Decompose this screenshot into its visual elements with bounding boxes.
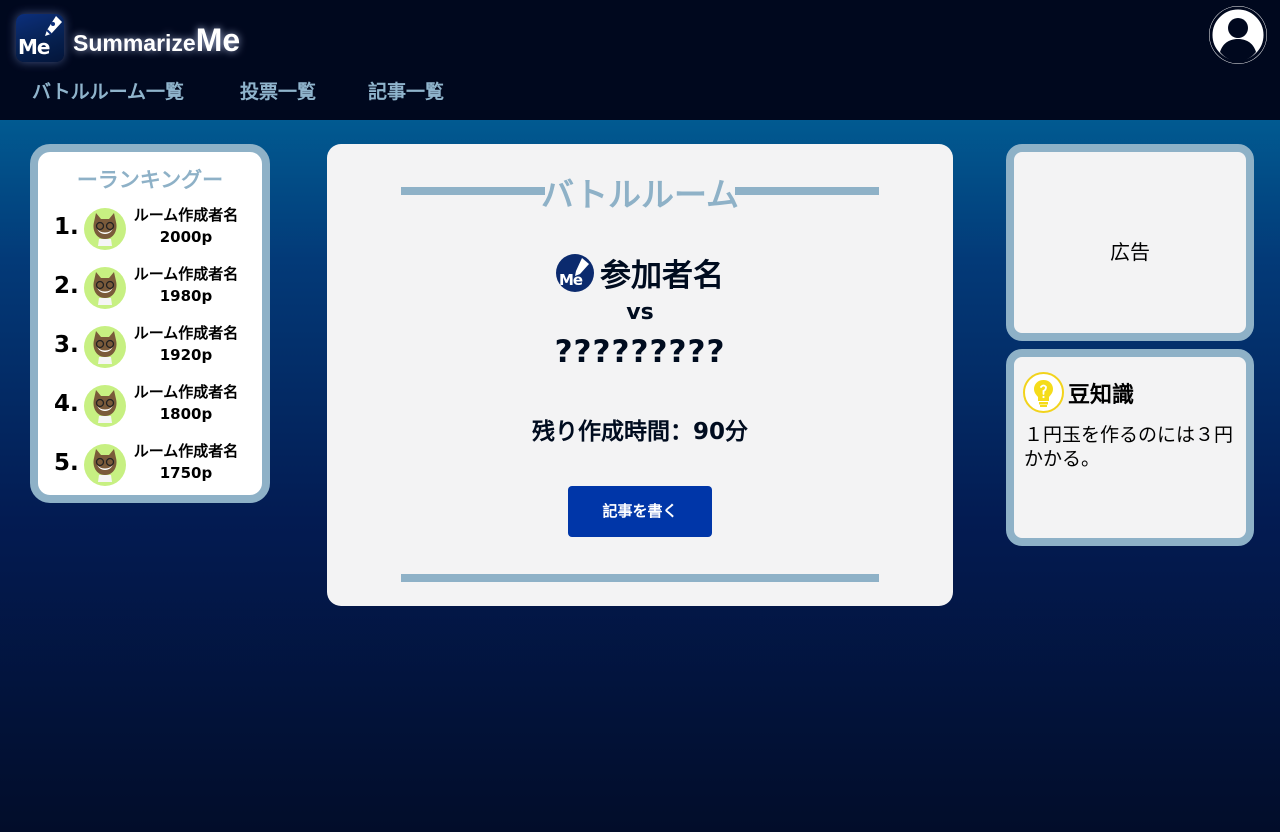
user-account-icon[interactable] bbox=[1209, 6, 1267, 64]
ranking-item[interactable]: 2. ルーム作成者名 1980p bbox=[38, 263, 262, 315]
title-rule-left bbox=[401, 187, 545, 195]
ad-label: 広告 bbox=[1110, 240, 1150, 264]
versus-label: vs bbox=[626, 300, 654, 325]
cat-avatar-icon bbox=[84, 267, 126, 309]
nav-articles[interactable]: 記事一覧 bbox=[368, 76, 444, 108]
trivia-text: １円玉を作るのには３円かかる。 bbox=[1024, 424, 1234, 470]
cat-avatar-icon bbox=[84, 385, 126, 427]
brand-name[interactable]: SummarizeMe bbox=[73, 22, 240, 59]
logo-icon[interactable]: Me bbox=[16, 14, 64, 62]
cat-avatar-icon bbox=[84, 208, 126, 250]
rank-creator-name: ルーム作成者名 bbox=[133, 383, 239, 401]
trivia-panel: 豆知識 １円玉を作るのには３円かかる。 bbox=[1006, 349, 1254, 546]
lightbulb-icon bbox=[1023, 372, 1064, 413]
participant-avatar-icon: Me bbox=[556, 253, 594, 292]
app-header: Me SummarizeMe バトルルーム一覧 投票一覧 記事一覧 bbox=[0, 0, 1280, 120]
rank-points: 1750p bbox=[159, 464, 213, 482]
cat-avatar-icon bbox=[84, 326, 126, 368]
rank-creator-name: ルーム作成者名 bbox=[133, 206, 239, 224]
rank-points: 1980p bbox=[159, 287, 213, 305]
rank-number: 5. bbox=[54, 450, 79, 476]
battle-room-card: バトルルーム Me 参加者名 vs ????????? 残り作成時間：90分 記… bbox=[327, 144, 953, 606]
battle-room-title: バトルルーム bbox=[541, 175, 739, 214]
remaining-time: 残り作成時間：90分 bbox=[531, 419, 748, 445]
person-silhouette-icon bbox=[1209, 6, 1267, 64]
ranking-title: ーランキングー bbox=[76, 168, 224, 192]
rank-creator-name: ルーム作成者名 bbox=[133, 324, 239, 342]
nav-votes[interactable]: 投票一覧 bbox=[240, 76, 316, 108]
participant-row: Me 参加者名 bbox=[327, 250, 953, 294]
ranking-item[interactable]: 1. ルーム作成者名 2000p bbox=[38, 204, 262, 256]
write-article-button[interactable]: 記事を書く bbox=[568, 486, 712, 537]
brand-part-summarize: Summarize bbox=[73, 30, 196, 56]
trivia-title: 豆知識 bbox=[1068, 383, 1135, 408]
opponent-name: ????????? bbox=[554, 334, 726, 370]
ranking-item[interactable]: 5. ルーム作成者名 1750p bbox=[38, 440, 262, 492]
rank-creator-name: ルーム作成者名 bbox=[133, 442, 239, 460]
rank-number: 4. bbox=[54, 391, 79, 417]
rank-number: 2. bbox=[54, 273, 79, 299]
bottom-rule bbox=[401, 574, 879, 582]
ad-panel[interactable]: 広告 bbox=[1006, 144, 1254, 341]
ranking-item[interactable]: 3. ルーム作成者名 1920p bbox=[38, 322, 262, 374]
main-nav: バトルルーム一覧 投票一覧 記事一覧 bbox=[0, 76, 600, 108]
participant-avatar-text: Me bbox=[559, 270, 583, 289]
logo-text: Me bbox=[18, 35, 50, 59]
rank-creator-name: ルーム作成者名 bbox=[133, 265, 239, 283]
rank-points: 1800p bbox=[159, 405, 213, 423]
ranking-panel: ーランキングー 1. ルーム作成者名 2000p 2. ルーム作成者名 1980… bbox=[30, 144, 270, 503]
title-rule-right bbox=[735, 187, 879, 195]
nav-battle-rooms[interactable]: バトルルーム一覧 bbox=[32, 76, 184, 108]
participant-name: 参加者名 bbox=[600, 258, 724, 294]
rank-points: 1920p bbox=[159, 346, 213, 364]
rank-points: 2000p bbox=[159, 228, 213, 246]
rank-number: 1. bbox=[54, 214, 79, 240]
brand-part-me: Me bbox=[195, 22, 241, 58]
rank-number: 3. bbox=[54, 332, 79, 358]
cat-avatar-icon bbox=[84, 444, 126, 486]
ranking-item[interactable]: 4. ルーム作成者名 1800p bbox=[38, 381, 262, 433]
